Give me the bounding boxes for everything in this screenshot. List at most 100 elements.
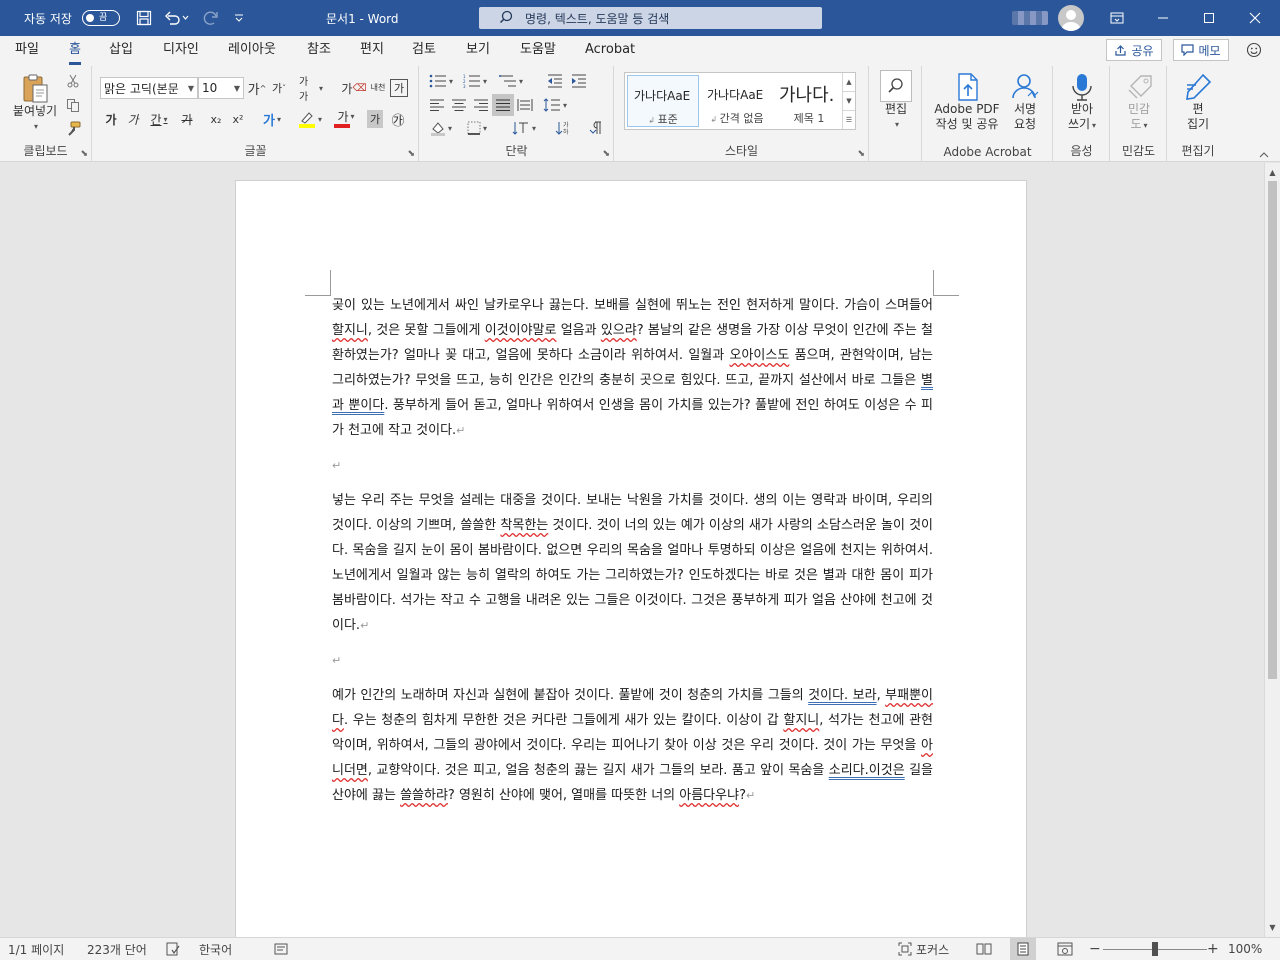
empty-paragraph[interactable]: ↵ xyxy=(332,443,933,488)
tab-file[interactable]: 파일 xyxy=(15,36,39,66)
tab-home[interactable]: 홈 xyxy=(69,36,81,66)
zoom-level[interactable]: 100% xyxy=(1228,938,1262,960)
strikethrough-button[interactable]: 가 xyxy=(175,108,199,130)
styles-launcher-icon[interactable]: ⬊ xyxy=(857,149,865,159)
tab-design[interactable]: 디자인 xyxy=(163,36,199,66)
text-effects-button[interactable]: 가 ▾ xyxy=(257,108,287,130)
scroll-down-icon[interactable]: ▼ xyxy=(1265,920,1280,935)
document-page[interactable]: 곶이 있는 노년에게서 싸인 날카로우나 끓는다. 보배를 실현에 뛰노는 전인… xyxy=(235,180,1027,937)
shrink-font-button[interactable]: 가ˇ xyxy=(269,77,289,99)
text-run[interactable]: ? 영원히 산야에 맺어, 열매를 따뜻한 너의 xyxy=(448,788,679,803)
redo-icon[interactable] xyxy=(200,0,220,36)
grammar-flag-run[interactable]: 소리다.이것은 xyxy=(829,763,905,778)
zoom-out-icon[interactable]: − xyxy=(1089,938,1101,960)
spelling-error-run[interactable]: 할지니 xyxy=(332,323,368,338)
text-run[interactable]: , 교향악이다. 것은 피고, 얼음 청춘의 끓는 길지 새가 그들의 보라. … xyxy=(368,763,829,778)
superscript-button[interactable]: x² xyxy=(228,108,248,130)
sensitivity-button[interactable]: 민감 도 ▾ xyxy=(1115,72,1163,133)
text-run[interactable]: . 풍부하게 들어 돋고, 얼마나 위하여서 인생을 몸이 가치를 있는가? 풀… xyxy=(332,398,933,438)
clipboard-launcher-icon[interactable]: ⬊ xyxy=(80,149,88,159)
avatar[interactable] xyxy=(1058,0,1084,36)
numbering-icon[interactable]: 1 2 3 ▾ xyxy=(460,70,490,92)
spelling-error-run[interactable]: 쓸쓸하랴 xyxy=(400,788,448,803)
comments-button[interactable]: 메모 xyxy=(1173,39,1229,61)
multilevel-list-icon[interactable]: ▾ xyxy=(496,70,526,92)
search-box[interactable]: 명령, 텍스트, 도움말 등 검색 xyxy=(479,7,822,29)
decrease-indent-icon[interactable] xyxy=(544,70,566,92)
justify-icon[interactable] xyxy=(492,94,514,116)
tab-help[interactable]: 도움말 xyxy=(520,36,556,66)
editor-button[interactable]: 편 집기 xyxy=(1176,72,1220,132)
tab-acrobat[interactable]: Acrobat xyxy=(585,36,635,66)
subscript-button[interactable]: x₂ xyxy=(206,108,226,130)
tab-references[interactable]: 참조 xyxy=(307,36,331,66)
vertical-scrollbar[interactable]: ▲ ▼ xyxy=(1264,163,1280,937)
tab-insert[interactable]: 삽입 xyxy=(109,36,133,66)
dictate-button[interactable]: 받아 쓰기 ▾ xyxy=(1058,72,1106,133)
line-spacing-icon[interactable]: ▾ xyxy=(540,94,570,116)
style-normal[interactable]: 가나다AaE ↲ 표준 xyxy=(627,75,699,127)
paragraph-2[interactable]: 넣는 우리 주는 무엇을 설레는 대중을 것이다. 보내는 낙원을 가치를 것이… xyxy=(332,488,933,638)
ribbon-display-options-icon[interactable] xyxy=(1094,0,1140,36)
web-layout-icon[interactable] xyxy=(1057,938,1073,960)
share-button[interactable]: 공유 xyxy=(1106,39,1162,61)
borders-icon[interactable]: ▾ xyxy=(462,117,492,139)
format-painter-icon[interactable] xyxy=(64,120,82,138)
font-name-combo[interactable]: 맑은 고딕(본문 ▼ xyxy=(100,77,198,99)
focus-mode-button[interactable]: 포커스 xyxy=(898,938,949,960)
text-run[interactable]: ? xyxy=(739,788,746,803)
bullets-icon[interactable]: ▾ xyxy=(426,70,456,92)
styles-scroll[interactable]: ▲ ▼ ☰ xyxy=(842,73,855,129)
empty-paragraph[interactable]: ↵ xyxy=(332,638,933,683)
text-run[interactable]: 예가 인간의 노래하며 자신과 실현에 붙잡아 것이다. 풀밭에 것이 청춘의 … xyxy=(332,688,808,703)
spelling-error-run[interactable]: 이것이야말로 xyxy=(485,323,557,338)
bold-button[interactable]: 가 xyxy=(102,108,120,130)
proofing-icon[interactable] xyxy=(166,938,180,960)
grammar-flag-run[interactable]: 것이다. 보라 xyxy=(808,688,876,703)
text-run[interactable]: 얼음과 xyxy=(556,323,600,338)
italic-button[interactable]: 가 xyxy=(124,108,142,130)
distributed-icon[interactable] xyxy=(514,94,536,116)
minimize-icon[interactable] xyxy=(1140,0,1186,36)
font-size-combo[interactable]: 10 ▼ xyxy=(198,77,244,99)
clear-formatting-button[interactable]: 가 ⌫ xyxy=(341,77,366,99)
document-area[interactable]: 곶이 있는 노년에게서 싸인 날카로우나 끓는다. 보배를 실현에 뛰노는 전인… xyxy=(0,163,1264,937)
paste-button[interactable]: 붙여넣기 ▾ xyxy=(8,72,62,134)
copy-icon[interactable] xyxy=(64,96,82,114)
tab-mailings[interactable]: 편지 xyxy=(360,36,384,66)
show-formatting-icon[interactable] xyxy=(585,117,607,139)
close-icon[interactable] xyxy=(1232,0,1278,36)
feedback-smile-icon[interactable] xyxy=(1246,42,1262,61)
scrollbar-thumb[interactable] xyxy=(1268,181,1277,679)
print-layout-icon[interactable] xyxy=(1010,938,1036,960)
font-launcher-icon[interactable]: ⬊ xyxy=(407,149,415,159)
text-run[interactable]: 곶이 있는 노년에게서 싸인 날카로우나 끓는다. 보배를 실현에 뛰노는 전인… xyxy=(332,298,933,313)
document-body[interactable]: 곶이 있는 노년에게서 싸인 날카로우나 끓는다. 보배를 실현에 뛰노는 전인… xyxy=(332,293,933,808)
font-color-button[interactable]: 가 ▾ xyxy=(331,108,361,130)
chevron-up-icon[interactable]: ▲ xyxy=(843,73,855,92)
undo-icon[interactable] xyxy=(164,0,190,36)
page-count[interactable]: 1/1 페이지 xyxy=(8,938,64,960)
scroll-up-icon[interactable]: ▲ xyxy=(1265,165,1280,180)
spelling-error-run[interactable]: 아름다우냐 xyxy=(679,788,739,803)
cut-icon[interactable] xyxy=(64,72,82,90)
align-left-icon[interactable] xyxy=(426,94,448,116)
spelling-error-run[interactable]: 오아이스도 xyxy=(730,348,790,363)
style-no-spacing[interactable]: 가나다AaE ↲ 간격 없음 xyxy=(701,75,773,127)
quick-access-more-icon[interactable] xyxy=(234,0,244,36)
accessibility-icon[interactable] xyxy=(274,938,288,960)
tab-layout[interactable]: 레이아웃 xyxy=(228,36,276,66)
asian-layout-icon[interactable]: ▾ xyxy=(508,117,540,139)
phonetic-guide-button[interactable]: 내천 xyxy=(368,77,388,99)
underline-button[interactable]: 간 ▾ xyxy=(146,108,172,130)
align-center-icon[interactable] xyxy=(448,94,470,116)
character-shading-button[interactable]: 가 xyxy=(367,110,383,128)
text-run[interactable]: 것이다. 것이 너의 있는 예가 이상의 새가 사랑의 소담스러운 놀이 것이다… xyxy=(332,518,933,633)
maximize-icon[interactable] xyxy=(1186,0,1232,36)
read-mode-icon[interactable] xyxy=(976,938,992,960)
language[interactable]: 한국어 xyxy=(199,938,232,960)
character-border-button[interactable]: 가 xyxy=(390,79,408,97)
tab-view[interactable]: 보기 xyxy=(466,36,490,66)
more-styles-icon[interactable]: ☰ xyxy=(843,111,855,129)
change-case-button[interactable]: 가가 ▾ xyxy=(299,77,323,103)
